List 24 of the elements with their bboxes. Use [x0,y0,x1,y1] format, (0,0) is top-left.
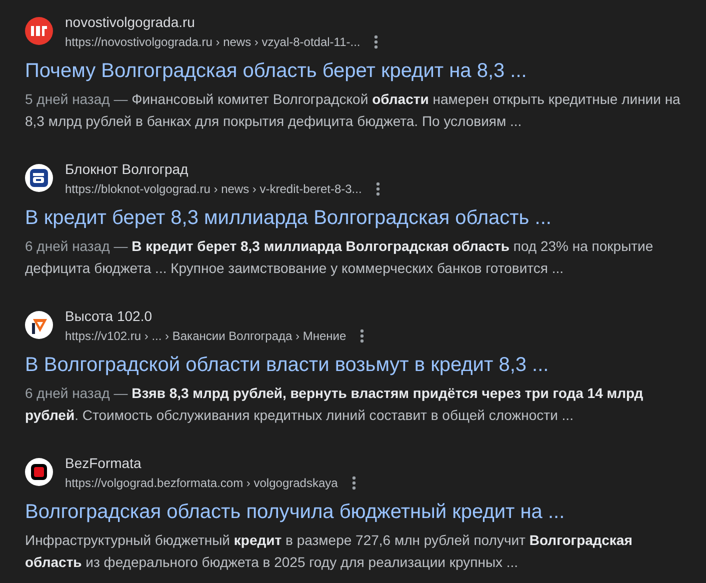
site-name: Блокнот Волгоград [65,160,190,178]
result-title-link[interactable]: Волгоградская область получила бюджетный кредит на ... [25,499,685,525]
logo-icon [25,458,53,486]
result-title-link[interactable]: Почему Волгоградская область берет кредит на 8,3 ... [25,58,685,84]
logo-icon [25,164,53,192]
more-options-icon[interactable] [374,180,382,196]
more-options-icon[interactable] [350,474,358,490]
more-options-icon[interactable] [372,34,380,50]
url-breadcrumb[interactable]: https://novostivolgograda.ru › news › vzyal-8-otdal-11-... [65,34,360,50]
url-breadcrumb[interactable]: https://volgograd.bezformata.com › volgogradskaya [65,474,338,490]
site-name: BezFormata [65,454,142,472]
logo-icon [25,311,53,339]
snippet: 6 дней назад — В кредит берет 8,3 миллиарда Волгоградская область под 23% на покрытие дефицита бюджета ... Крупное заимствование у коммерческих банков готовится ... [25,237,654,278]
snippet: 5 дней назад — Финансовый комитет Волгоградской области намерен открыть кредитные линии на 8,3 млрд рублей в банках для покрытия дефицита бюджета. По условиям ... [25,90,682,131]
snippet: Инфраструктурный бюджетный кредит в размере 727,6 млн рублей получит Волгоградская область из федерального бюджета в 2025 году для реализации крупных ... [25,531,634,572]
site-name: novostivolgograda.ru [65,12,196,30]
result-title-link[interactable]: В Волгоградской области власти возьмут в кредит 8,3 ... [25,352,685,378]
result-title-link[interactable]: В кредит берет 8,3 миллиарда Волгоградская область ... [25,205,685,231]
more-options-icon[interactable] [358,328,366,344]
site-name: Высота 102.0 [65,306,154,324]
logo-icon [25,17,53,45]
snippet: 6 дней назад — Взяв 8,3 млрд рублей, вернуть властям придётся через три года 14 млрд рублей. Стоимость обслуживания кредитных линий составит в общей сложности ... [25,384,644,425]
url-breadcrumb[interactable]: https://v102.ru › ... › Вакансии Волгограда › Мнение [65,328,346,344]
url-breadcrumb[interactable]: https://bloknot-volgograd.ru › news › v-kredit-beret-8-3... [65,180,362,196]
